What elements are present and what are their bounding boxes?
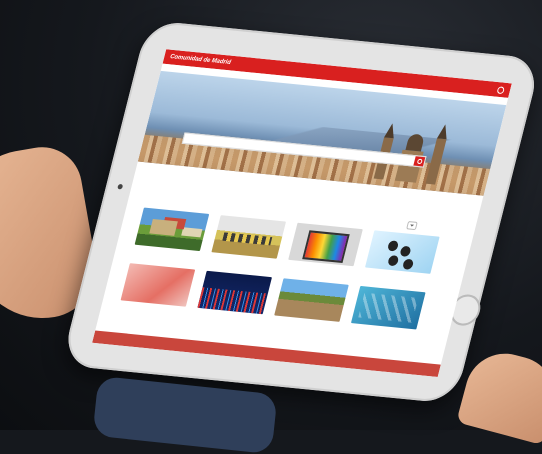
card[interactable] bbox=[120, 263, 195, 309]
main-nav bbox=[240, 64, 263, 66]
tablet-wrapper: Comunidad de Madrid bbox=[0, 0, 542, 430]
classroom-photo bbox=[211, 215, 286, 259]
tower bbox=[426, 138, 447, 184]
card[interactable] bbox=[197, 271, 272, 317]
spire bbox=[437, 124, 450, 139]
card[interactable] bbox=[274, 278, 349, 324]
card[interactable] bbox=[288, 223, 363, 269]
search-icon bbox=[416, 159, 422, 165]
abstract-photo bbox=[121, 263, 196, 307]
footer-band bbox=[92, 330, 441, 377]
card[interactable] bbox=[364, 230, 439, 276]
filter-select[interactable] bbox=[406, 221, 418, 230]
card[interactable] bbox=[211, 215, 286, 261]
card[interactable] bbox=[134, 208, 209, 254]
network-photo bbox=[365, 230, 440, 274]
tablet: Comunidad de Madrid bbox=[61, 20, 542, 404]
chevron-down-icon bbox=[410, 224, 414, 226]
card[interactable] bbox=[350, 286, 425, 332]
monitor-photo bbox=[288, 223, 363, 267]
stock-chart-photo bbox=[197, 271, 272, 315]
hexagon-photo bbox=[351, 286, 426, 330]
spire bbox=[384, 123, 397, 138]
camera-icon bbox=[117, 184, 123, 190]
tablet-screen: Comunidad de Madrid bbox=[92, 49, 512, 377]
castle-photo bbox=[135, 208, 210, 252]
user-icon[interactable] bbox=[497, 86, 506, 94]
dome bbox=[405, 134, 425, 152]
field-photo bbox=[274, 278, 349, 322]
search-button[interactable] bbox=[413, 156, 425, 166]
